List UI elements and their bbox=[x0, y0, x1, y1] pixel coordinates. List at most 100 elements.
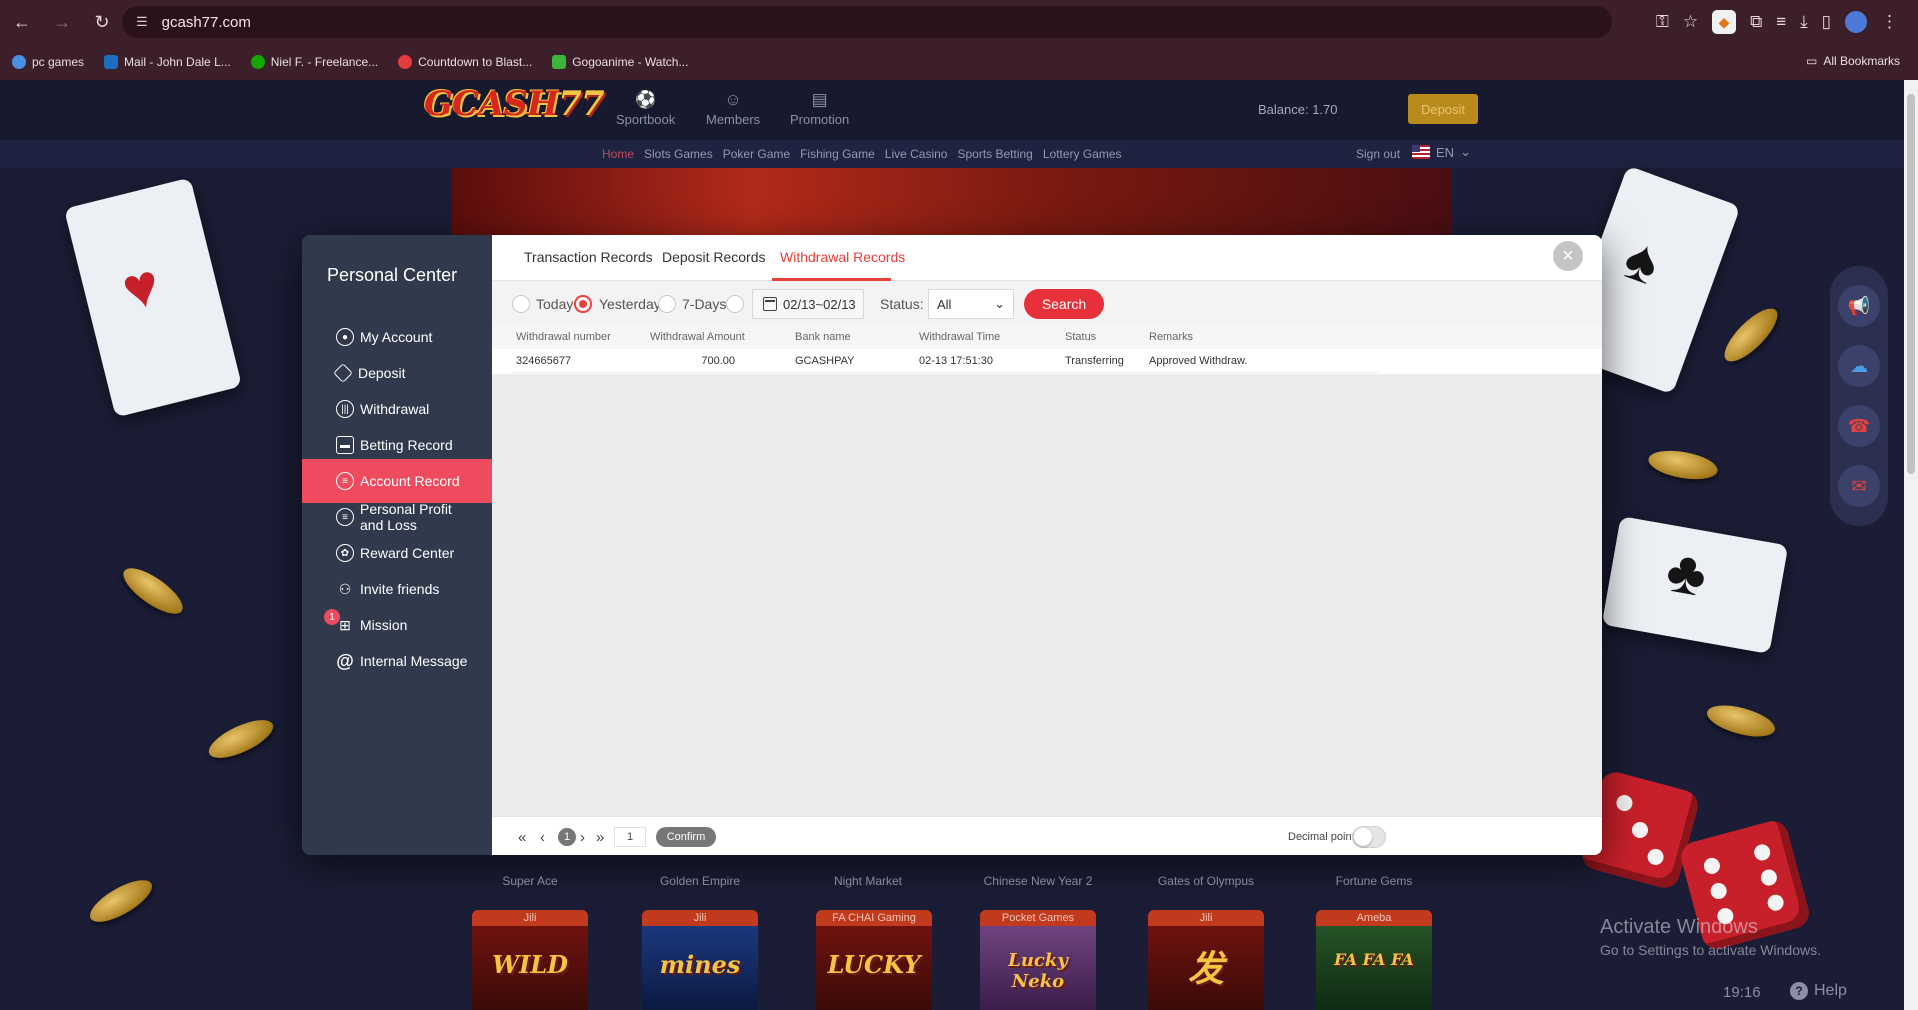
subnav-slots[interactable]: Slots Games bbox=[644, 147, 713, 161]
category-nav: Home Slots Games Poker Game Fishing Game… bbox=[0, 140, 1904, 168]
radio-today[interactable] bbox=[512, 295, 530, 313]
heart-icon: ♥ bbox=[115, 250, 167, 324]
reload-icon[interactable]: ↻ bbox=[84, 4, 120, 40]
radio-7-days[interactable] bbox=[658, 295, 676, 313]
search-button[interactable]: Search bbox=[1024, 289, 1104, 319]
coin bbox=[84, 872, 158, 930]
page-number-input[interactable]: 1 bbox=[614, 827, 646, 847]
coin bbox=[1646, 446, 1720, 484]
col-bank-name: Bank name bbox=[795, 331, 851, 343]
tab-deposit-records[interactable]: Deposit Records bbox=[662, 249, 766, 265]
confirm-page-button[interactable]: Confirm bbox=[656, 827, 716, 847]
help-button[interactable]: ? Help bbox=[1790, 982, 1847, 1000]
last-page-icon[interactable]: » bbox=[596, 829, 604, 846]
subnav-poker[interactable]: Poker Game bbox=[723, 147, 790, 161]
address-bar[interactable]: ☰ gcash77.com bbox=[122, 6, 1612, 38]
upwork-icon bbox=[250, 55, 265, 69]
spade-icon: ♠ bbox=[1615, 223, 1669, 298]
close-icon[interactable]: × bbox=[1553, 241, 1583, 271]
support-icon[interactable]: ☎ bbox=[1838, 405, 1880, 447]
mission-badge: 1 bbox=[324, 609, 340, 625]
back-icon[interactable]: ← bbox=[4, 4, 40, 40]
prev-page-icon[interactable]: ‹ bbox=[540, 829, 545, 846]
menu-dots-icon[interactable]: ⋮ bbox=[1881, 12, 1898, 32]
download-icon[interactable]: ⤓ bbox=[1800, 12, 1808, 32]
subnav-lottery[interactable]: Lottery Games bbox=[1043, 147, 1122, 161]
subnav-fishing[interactable]: Fishing Game bbox=[800, 147, 875, 161]
bookmark-countdown[interactable]: Countdown to Blast... bbox=[398, 55, 532, 69]
help-icon: ? bbox=[1790, 982, 1808, 1000]
nav-sportbook[interactable]: ⚽ Sportbook bbox=[616, 90, 675, 127]
scrollbar-thumb[interactable] bbox=[1907, 94, 1915, 474]
current-page[interactable]: 1 bbox=[558, 828, 576, 846]
coin bbox=[1703, 699, 1779, 743]
sidebar-title: Personal Center bbox=[327, 265, 458, 285]
site-info-icon[interactable]: ☰ bbox=[136, 14, 148, 30]
coin bbox=[1717, 301, 1785, 369]
language-selector[interactable]: EN ⌄ bbox=[1412, 144, 1471, 160]
bookmark-pc-games[interactable]: pc games bbox=[12, 55, 84, 69]
extensions-icon[interactable]: ⧉ bbox=[1750, 12, 1762, 32]
gogoanime-icon bbox=[552, 55, 567, 69]
next-page-icon[interactable]: › bbox=[580, 829, 585, 846]
date-range-picker[interactable]: 02/13~02/13 bbox=[752, 289, 864, 319]
game-tile[interactable]: Ameba FA FA FA bbox=[1316, 910, 1432, 1010]
star-icon[interactable]: ☆ bbox=[1683, 12, 1698, 32]
cell-withdrawal-time: 02-13 17:51:30 bbox=[919, 355, 994, 367]
game-tile[interactable]: Jili WILD bbox=[472, 910, 588, 1010]
game-tile[interactable]: Jili 发 bbox=[1148, 910, 1264, 1010]
game-tile[interactable]: Pocket Games Lucky Neko bbox=[980, 910, 1096, 1010]
profile-avatar[interactable] bbox=[1845, 11, 1867, 33]
sign-out-link[interactable]: Sign out bbox=[1356, 147, 1400, 161]
status-dropdown[interactable]: All ⌄ bbox=[928, 289, 1014, 319]
col-status: Status bbox=[1065, 331, 1097, 343]
header-deposit-button[interactable]: Deposit bbox=[1408, 94, 1478, 124]
page-scrollbar[interactable] bbox=[1904, 80, 1918, 1010]
countdown-icon bbox=[398, 55, 413, 69]
coin bbox=[203, 712, 279, 766]
sidebar-item-internal-message[interactable]: @ Internal Message bbox=[302, 639, 492, 683]
floating-action-bar: 📢 ☁ ☎ ✉ bbox=[1830, 266, 1888, 526]
bookmark-gogoanime[interactable]: Gogoanime - Watch... bbox=[552, 55, 688, 69]
ace-clubs-card: ♣ bbox=[1601, 516, 1789, 654]
browser-actions: ⚿ ☆ ◆ ⧉ ≡ ⤓ ▯ ⋮ bbox=[1656, 6, 1898, 38]
site-header: GCASH77 ⚽ Sportbook ☺ Members ▤ Promotion B… bbox=[0, 80, 1904, 140]
decimal-point-label: Decimal point bbox=[1288, 831, 1355, 843]
subnav-sports[interactable]: Sports Betting bbox=[957, 147, 1032, 161]
queue-icon[interactable]: ≡ bbox=[1776, 12, 1786, 32]
chart-icon: ≡ bbox=[336, 508, 354, 526]
site-logo[interactable]: GCASH77 bbox=[424, 84, 604, 136]
radio-custom-date[interactable] bbox=[726, 295, 744, 313]
tab-transaction-records[interactable]: Transaction Records bbox=[524, 249, 653, 265]
col-withdrawal-time: Withdrawal Time bbox=[919, 331, 1001, 343]
decimal-point-toggle[interactable] bbox=[1352, 826, 1386, 848]
download-app-icon[interactable]: ☁ bbox=[1838, 345, 1880, 387]
all-bookmarks[interactable]: ▭ All Bookmarks bbox=[1806, 54, 1900, 68]
sidepanel-icon[interactable]: ▯ bbox=[1822, 12, 1831, 32]
promotion-icon: ▤ bbox=[811, 90, 828, 109]
nav-promotion[interactable]: ▤ Promotion bbox=[790, 90, 849, 127]
radio-yesterday[interactable] bbox=[574, 295, 592, 313]
game-tile[interactable]: FA CHAI Gaming LUCKY bbox=[816, 910, 932, 1010]
nav-members[interactable]: ☺ Members bbox=[706, 90, 760, 127]
forward-icon[interactable]: → bbox=[44, 4, 80, 40]
globe-icon bbox=[12, 55, 26, 69]
announce-icon[interactable]: 📢 bbox=[1838, 285, 1880, 327]
tab-withdrawal-records[interactable]: Withdrawal Records bbox=[780, 249, 905, 265]
subnav-live-casino[interactable]: Live Casino bbox=[885, 147, 948, 161]
browser-toolbar: ← → ↻ ☰ gcash77.com ⚿ ☆ ◆ ⧉ ≡ ⤓ ▯ ⋮ bbox=[0, 0, 1918, 44]
gift-circle-icon: ✿ bbox=[336, 544, 354, 562]
key-icon[interactable]: ⚿ bbox=[1656, 12, 1669, 32]
first-page-icon[interactable]: « bbox=[518, 829, 526, 846]
personal-center-modal: Personal Center ● My Account Deposit ||| W… bbox=[302, 235, 1602, 855]
at-icon: @ bbox=[336, 650, 354, 671]
bookmark-upwork[interactable]: Niel F. - Freelance... bbox=[250, 55, 378, 69]
subnav-home[interactable]: Home bbox=[602, 147, 634, 161]
table-empty-area bbox=[492, 374, 1602, 816]
red-envelope-icon[interactable]: ✉ bbox=[1838, 465, 1880, 507]
metamask-icon[interactable]: ◆ bbox=[1712, 10, 1737, 34]
game-tile[interactable]: Jili mines bbox=[642, 910, 758, 1010]
cell-status: Transferring bbox=[1065, 355, 1124, 367]
outlook-icon bbox=[104, 55, 119, 69]
bookmark-mail[interactable]: Mail - John Dale L... bbox=[104, 55, 231, 69]
